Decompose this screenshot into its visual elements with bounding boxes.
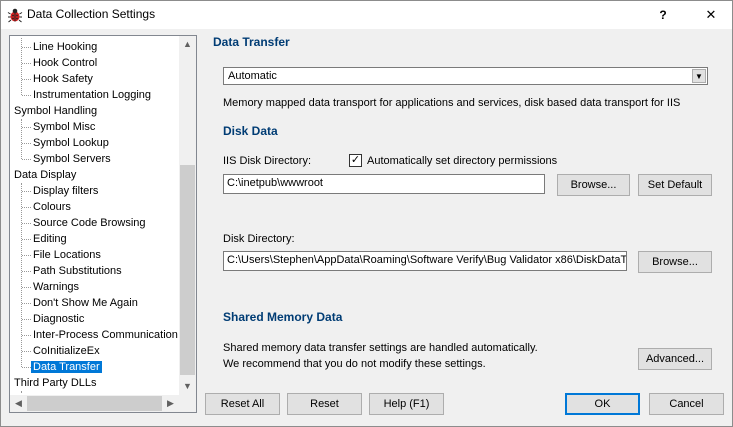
tree-item[interactable]: Line Hooking	[21, 39, 98, 55]
tree-items: Line Hooking Hook Control Hook Safety Instr…	[10, 38, 180, 394]
tree-item[interactable]: Third Party DLLs	[14, 375, 97, 391]
tree-item-label: Third Party DLLs	[14, 377, 97, 389]
shared-memory-line-2: We recommend that you do not modify thes…	[223, 358, 486, 370]
iis-directory-field[interactable]: C:\inetpub\wwwroot	[223, 174, 545, 194]
scrollbar-thumb[interactable]	[27, 396, 162, 411]
tree-item-label: Warnings	[33, 281, 80, 293]
tree-item[interactable]: Warnings	[21, 279, 80, 295]
set-default-button[interactable]: Set Default	[638, 174, 712, 196]
transport-select-value: Automatic	[228, 70, 277, 82]
reset-button[interactable]: Reset	[287, 393, 362, 415]
tree-vertical-scrollbar[interactable]: ▲ ▼	[179, 36, 196, 395]
tree-item[interactable]: Symbol Misc	[21, 119, 96, 135]
tree-connector	[21, 183, 22, 367]
chevron-left-icon[interactable]: ◀	[10, 395, 27, 412]
tree-item[interactable]: File Locations	[22, 247, 101, 263]
help-button[interactable]: Help (F1)	[369, 393, 444, 415]
tree-item[interactable]: Instrumentation Logging	[21, 87, 152, 103]
tree-item[interactable]: Symbol Servers	[22, 151, 111, 167]
chevron-up-icon[interactable]: ▲	[179, 36, 196, 53]
tree-item[interactable]: Display filters	[21, 183, 99, 199]
tree-item-label: CoInitializeEx	[33, 345, 100, 357]
tree-connector	[21, 38, 22, 95]
tree-item[interactable]: Don't Show Me Again	[22, 295, 138, 311]
tree-item[interactable]: Hook Control	[21, 55, 98, 71]
scroll-corner	[179, 395, 196, 412]
check-icon: ✓	[350, 154, 361, 166]
auto-permissions-label[interactable]: Automatically set directory permissions	[367, 155, 557, 167]
window-title: Data Collection Settings	[27, 7, 156, 21]
tree-item-label: Data Display	[14, 169, 77, 181]
tree-item-label: Don't Show Me Again	[33, 297, 138, 309]
page-title: Data Transfer	[213, 35, 290, 49]
shared-memory-heading: Shared Memory Data	[223, 310, 343, 324]
close-icon[interactable]: ✕	[689, 1, 733, 29]
tree-horizontal-scrollbar[interactable]: ◀ ▶	[10, 395, 179, 412]
tree-item-label: Path Substitutions	[33, 265, 122, 277]
tree-item[interactable]: Symbol Lookup	[22, 135, 109, 151]
tree-item[interactable]: Diagnostic	[21, 311, 85, 327]
tree-item[interactable]: Source Code Browsing	[22, 215, 146, 231]
tree-item-label: Symbol Handling	[14, 105, 98, 117]
tree-item[interactable]: Hook Safety	[22, 71, 93, 87]
disk-data-heading: Disk Data	[223, 124, 278, 138]
tree-item[interactable]: Path Substitutions	[22, 263, 122, 279]
tree-item-label: Source Code Browsing	[33, 217, 146, 229]
tree-item[interactable]: UI Global Hook DLLs	[33, 391, 136, 394]
tree-item[interactable]: CoInitializeEx	[22, 343, 100, 359]
tree-item[interactable]: Symbol Handling	[14, 103, 97, 119]
tree-item-label: Hook Control	[33, 57, 98, 69]
iis-browse-button[interactable]: Browse...	[557, 174, 630, 196]
tree-item-label: Colours	[33, 201, 71, 213]
disk-directory-field[interactable]: C:\Users\Stephen\AppData\Roaming\Softwar…	[223, 251, 627, 271]
tree-item-label: Display filters	[33, 185, 99, 197]
disk-browse-button[interactable]: Browse...	[638, 251, 712, 273]
tree-item[interactable]: Data Display	[14, 167, 76, 183]
tree-item-label: Diagnostic	[33, 313, 85, 325]
ok-button[interactable]: OK	[565, 393, 640, 415]
dropdown-arrow-icon[interactable]: ▼	[692, 69, 706, 83]
tree-connector	[21, 119, 22, 159]
transport-description: Memory mapped data transport for applica…	[223, 97, 681, 109]
cancel-button[interactable]: Cancel	[649, 393, 724, 415]
tree-item-label: Editing	[33, 233, 67, 245]
auto-permissions-checkbox[interactable]: ✓	[349, 154, 362, 167]
tree-item-label: Data Transfer	[31, 361, 102, 373]
reset-all-button[interactable]: Reset All	[205, 393, 280, 415]
chevron-down-icon[interactable]: ▼	[179, 378, 196, 395]
chevron-right-icon[interactable]: ▶	[162, 395, 179, 412]
title-bar: Data Collection Settings ? ✕	[1, 1, 732, 29]
tree-connector	[21, 391, 22, 394]
tree-item[interactable]: Inter-Process Communication	[22, 327, 178, 343]
settings-tree[interactable]: Line Hooking Hook Control Hook Safety Instr…	[9, 35, 197, 413]
advanced-button[interactable]: Advanced...	[638, 348, 712, 370]
tree-item-label: Symbol Servers	[33, 153, 111, 165]
tree-item-label: Symbol Misc	[33, 121, 96, 133]
tree-item-label: Instrumentation Logging	[33, 89, 152, 101]
tree-item[interactable]: Editing	[22, 231, 67, 247]
tree-item-selected[interactable]: Data Transfer	[22, 359, 102, 375]
iis-directory-label: IIS Disk Directory:	[223, 155, 312, 167]
scrollbar-thumb[interactable]	[180, 165, 195, 375]
tree-item-label: File Locations	[33, 249, 101, 261]
tree-item-label: Inter-Process Communication	[33, 329, 178, 341]
tree-item-label: Hook Safety	[33, 73, 93, 85]
tree-item-label: UI Global Hook DLLs	[33, 393, 136, 394]
tree-item-label: Line Hooking	[33, 41, 98, 53]
bug-icon	[7, 8, 23, 23]
dialog-window: Data Collection Settings ? ✕ Line Hookin…	[0, 0, 733, 427]
tree-item[interactable]: Colours	[22, 199, 71, 215]
tree-item-label: Symbol Lookup	[33, 137, 109, 149]
transport-select[interactable]: Automatic ▼	[223, 67, 708, 85]
help-icon[interactable]: ?	[641, 1, 685, 29]
shared-memory-line-1: Shared memory data transfer settings are…	[223, 342, 538, 354]
disk-directory-label: Disk Directory:	[223, 233, 295, 245]
